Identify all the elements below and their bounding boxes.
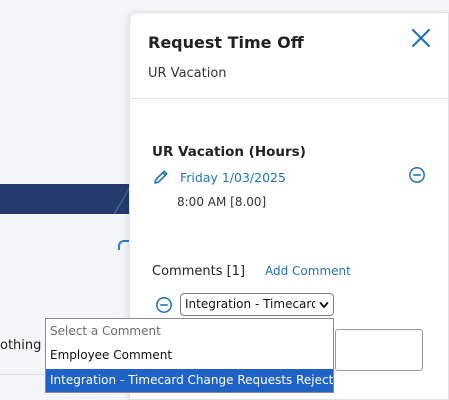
close-button[interactable] (410, 27, 432, 49)
background-text: othing (0, 338, 42, 353)
date-link[interactable]: Friday 1/03/2025 (180, 170, 286, 185)
panel-title: Request Time Off (148, 33, 304, 52)
comment-dropdown-list: Select a Comment Employee Comment Integr… (45, 318, 334, 393)
close-icon (411, 28, 431, 48)
comment-select[interactable]: Integration - Timecard Change Requests R… (180, 293, 334, 316)
add-comment-link[interactable]: Add Comment (265, 264, 351, 278)
dropdown-option-integration[interactable]: Integration - Timecard Change Requests R… (46, 369, 333, 392)
remove-date-button[interactable] (408, 166, 426, 184)
panel-divider (130, 98, 448, 99)
dropdown-option-employee-comment[interactable]: Employee Comment (46, 344, 333, 367)
comment-note-textarea[interactable] (335, 329, 423, 371)
comments-label: Comments [1] (152, 264, 246, 279)
dropdown-option-placeholder[interactable]: Select a Comment (46, 320, 333, 343)
pencil-icon (154, 170, 168, 184)
minus-circle-icon (156, 297, 172, 313)
minus-circle-icon (409, 167, 425, 183)
section-title: UR Vacation (Hours) (152, 144, 306, 160)
edit-button[interactable] (152, 168, 170, 186)
comment-select-value: Integration - Timecard Change Requests R… (185, 297, 315, 311)
chevron-down-icon (319, 302, 329, 308)
remove-comment-button[interactable] (155, 296, 173, 314)
background-banner (0, 184, 140, 214)
time-amount: 8:00 AM [8.00] (177, 195, 267, 209)
panel-subtitle: UR Vacation (148, 66, 227, 81)
